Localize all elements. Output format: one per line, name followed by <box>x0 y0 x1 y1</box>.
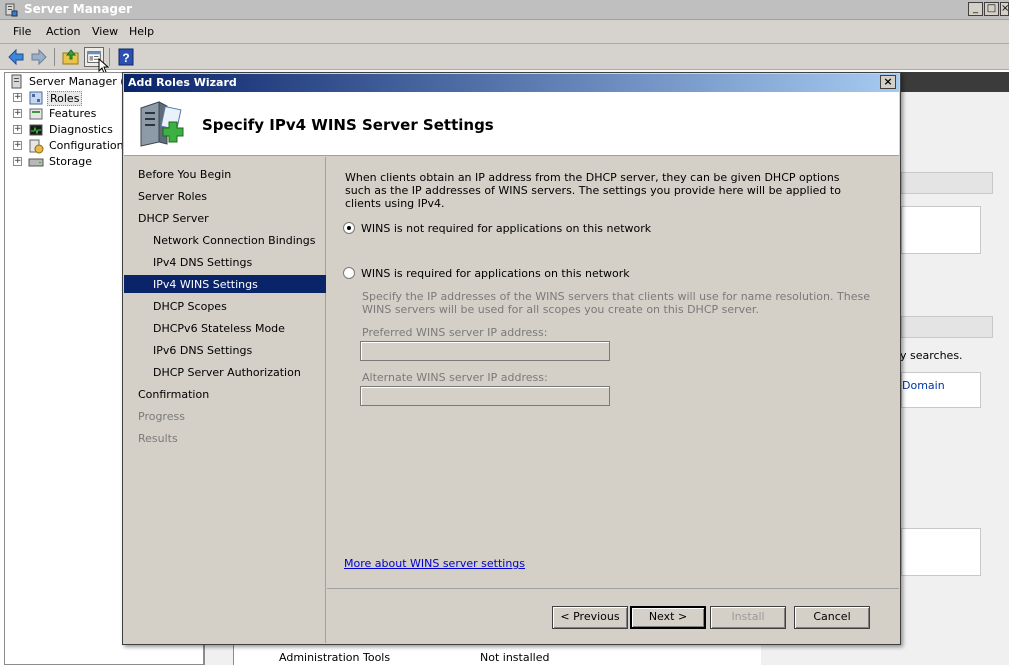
tree-label-storage: Storage <box>49 155 93 168</box>
domain-link[interactable]: Domain <box>902 379 945 392</box>
tree-root-label: Server Manager (S <box>29 75 132 88</box>
help-icon[interactable]: ? <box>116 47 136 67</box>
admin-tools-label: Administration Tools <box>279 651 391 664</box>
install-button: Install <box>710 606 786 629</box>
next-button[interactable]: Next > <box>630 606 706 629</box>
tree-label-diagnostics: Diagnostics <box>49 123 113 136</box>
roles-icon <box>29 91 43 105</box>
configuration-icon <box>29 139 44 154</box>
previous-button[interactable]: < Previous <box>552 606 628 629</box>
section-header <box>901 172 993 194</box>
preferred-wins-ip-field[interactable] <box>360 341 610 361</box>
expand-storage-icon[interactable]: + <box>13 157 22 166</box>
menu-help[interactable]: Help <box>129 25 154 38</box>
step-server-roles[interactable]: Server Roles <box>124 187 326 205</box>
wizard-content: When clients obtain an IP address from t… <box>327 157 899 587</box>
radio-button-selected[interactable] <box>343 222 355 234</box>
menu-file[interactable]: File <box>13 25 31 38</box>
searches-text: y searches. <box>900 349 963 362</box>
expand-features-icon[interactable]: + <box>13 109 22 118</box>
preferred-wins-label: Preferred WINS server IP address: <box>362 326 548 339</box>
menu-view[interactable]: View <box>92 25 118 38</box>
toolbar-separator <box>54 48 55 66</box>
alternate-wins-ip-field[interactable] <box>360 386 610 406</box>
forward-arrow-icon[interactable] <box>29 47 49 67</box>
step-before-you-begin[interactable]: Before You Begin <box>124 165 326 183</box>
svg-text:?: ? <box>122 51 129 65</box>
step-dhcp-server-authorization[interactable]: DHCP Server Authorization <box>124 363 326 381</box>
radio-button-unselected[interactable] <box>343 267 355 279</box>
radio-label-not-required: WINS is not required for applications on… <box>361 222 652 235</box>
add-server-role-icon <box>140 101 184 147</box>
step-ipv6-dns-settings[interactable]: IPv6 DNS Settings <box>124 341 326 359</box>
step-dhcp-server[interactable]: DHCP Server <box>124 209 326 227</box>
dialog-title: Add Roles Wizard <box>128 76 237 89</box>
cancel-button[interactable]: Cancel <box>794 606 870 629</box>
step-ipv4-dns-settings[interactable]: IPv4 DNS Settings <box>124 253 326 271</box>
summary-card <box>901 206 981 254</box>
section-header <box>901 316 993 338</box>
server-manager-icon <box>5 3 18 17</box>
diagnostics-icon <box>29 124 43 136</box>
dialog-title-bar: Add Roles Wizard × <box>124 74 899 92</box>
main-title-bar: Server Manager _ □ × <box>0 0 1009 20</box>
resources-card: Domain <box>901 372 981 408</box>
step-results: Results <box>138 432 178 445</box>
radio-wins-required[interactable]: WINS is required for applications on thi… <box>343 266 643 282</box>
step-dhcpv6-stateless-mode[interactable]: DHCPv6 Stateless Mode <box>124 319 326 337</box>
minimize-button[interactable]: _ <box>968 2 983 16</box>
maximize-button[interactable]: □ <box>984 2 999 16</box>
tree-label-roles: Roles <box>47 91 83 106</box>
alternate-wins-label: Alternate WINS server IP address: <box>362 371 548 384</box>
features-icon <box>29 108 43 120</box>
tree-label-features: Features <box>49 107 97 120</box>
dialog-close-button[interactable]: × <box>880 75 896 89</box>
menu-action[interactable]: Action <box>46 25 80 38</box>
wizard-steps-pane: Before You Begin Server Roles DHCP Serve… <box>124 157 326 643</box>
expand-roles-icon[interactable]: + <box>13 93 22 102</box>
wizard-heading: Specify IPv4 WINS Server Settings <box>202 116 494 134</box>
storage-icon <box>28 158 44 167</box>
admin-tools-status: Not installed <box>480 651 550 664</box>
expand-diagnostics-icon[interactable]: + <box>13 125 22 134</box>
up-folder-icon[interactable] <box>61 47 81 67</box>
toolbar: ? <box>0 44 1009 74</box>
step-ipv4-wins-settings[interactable]: IPv4 WINS Settings <box>124 275 326 293</box>
window-title: Server Manager <box>24 2 133 16</box>
radio-wins-not-required[interactable]: WINS is not required for applications on… <box>343 221 651 237</box>
more-about-wins-link[interactable]: More about WINS server settings <box>344 557 525 570</box>
step-progress: Progress <box>138 410 185 423</box>
server-icon <box>11 74 22 89</box>
dialog-header: Specify IPv4 WINS Server Settings <box>124 92 899 156</box>
back-arrow-icon[interactable] <box>6 47 26 67</box>
wins-description: When clients obtain an IP address from t… <box>345 171 841 210</box>
step-confirmation[interactable]: Confirmation <box>124 385 326 403</box>
tree-label-configuration: Configuration <box>49 139 124 152</box>
step-network-connection-bindings[interactable]: Network Connection Bindings <box>124 231 326 249</box>
info-card <box>901 528 981 576</box>
wizard-button-bar: < Previous Next > Install Cancel <box>327 588 899 644</box>
add-roles-wizard-dialog: Add Roles Wizard × Specify IPv4 WINS Ser… <box>122 72 901 645</box>
step-dhcp-scopes[interactable]: DHCP Scopes <box>124 297 326 315</box>
expand-configuration-icon[interactable]: + <box>13 141 22 150</box>
wins-servers-instructions: Specify the IP addresses of the WINS ser… <box>362 290 870 316</box>
radio-label-required: WINS is required for applications on thi… <box>361 267 630 280</box>
close-window-button[interactable]: × <box>1000 2 1009 16</box>
menu-bar: File Action View Help <box>0 20 1009 44</box>
